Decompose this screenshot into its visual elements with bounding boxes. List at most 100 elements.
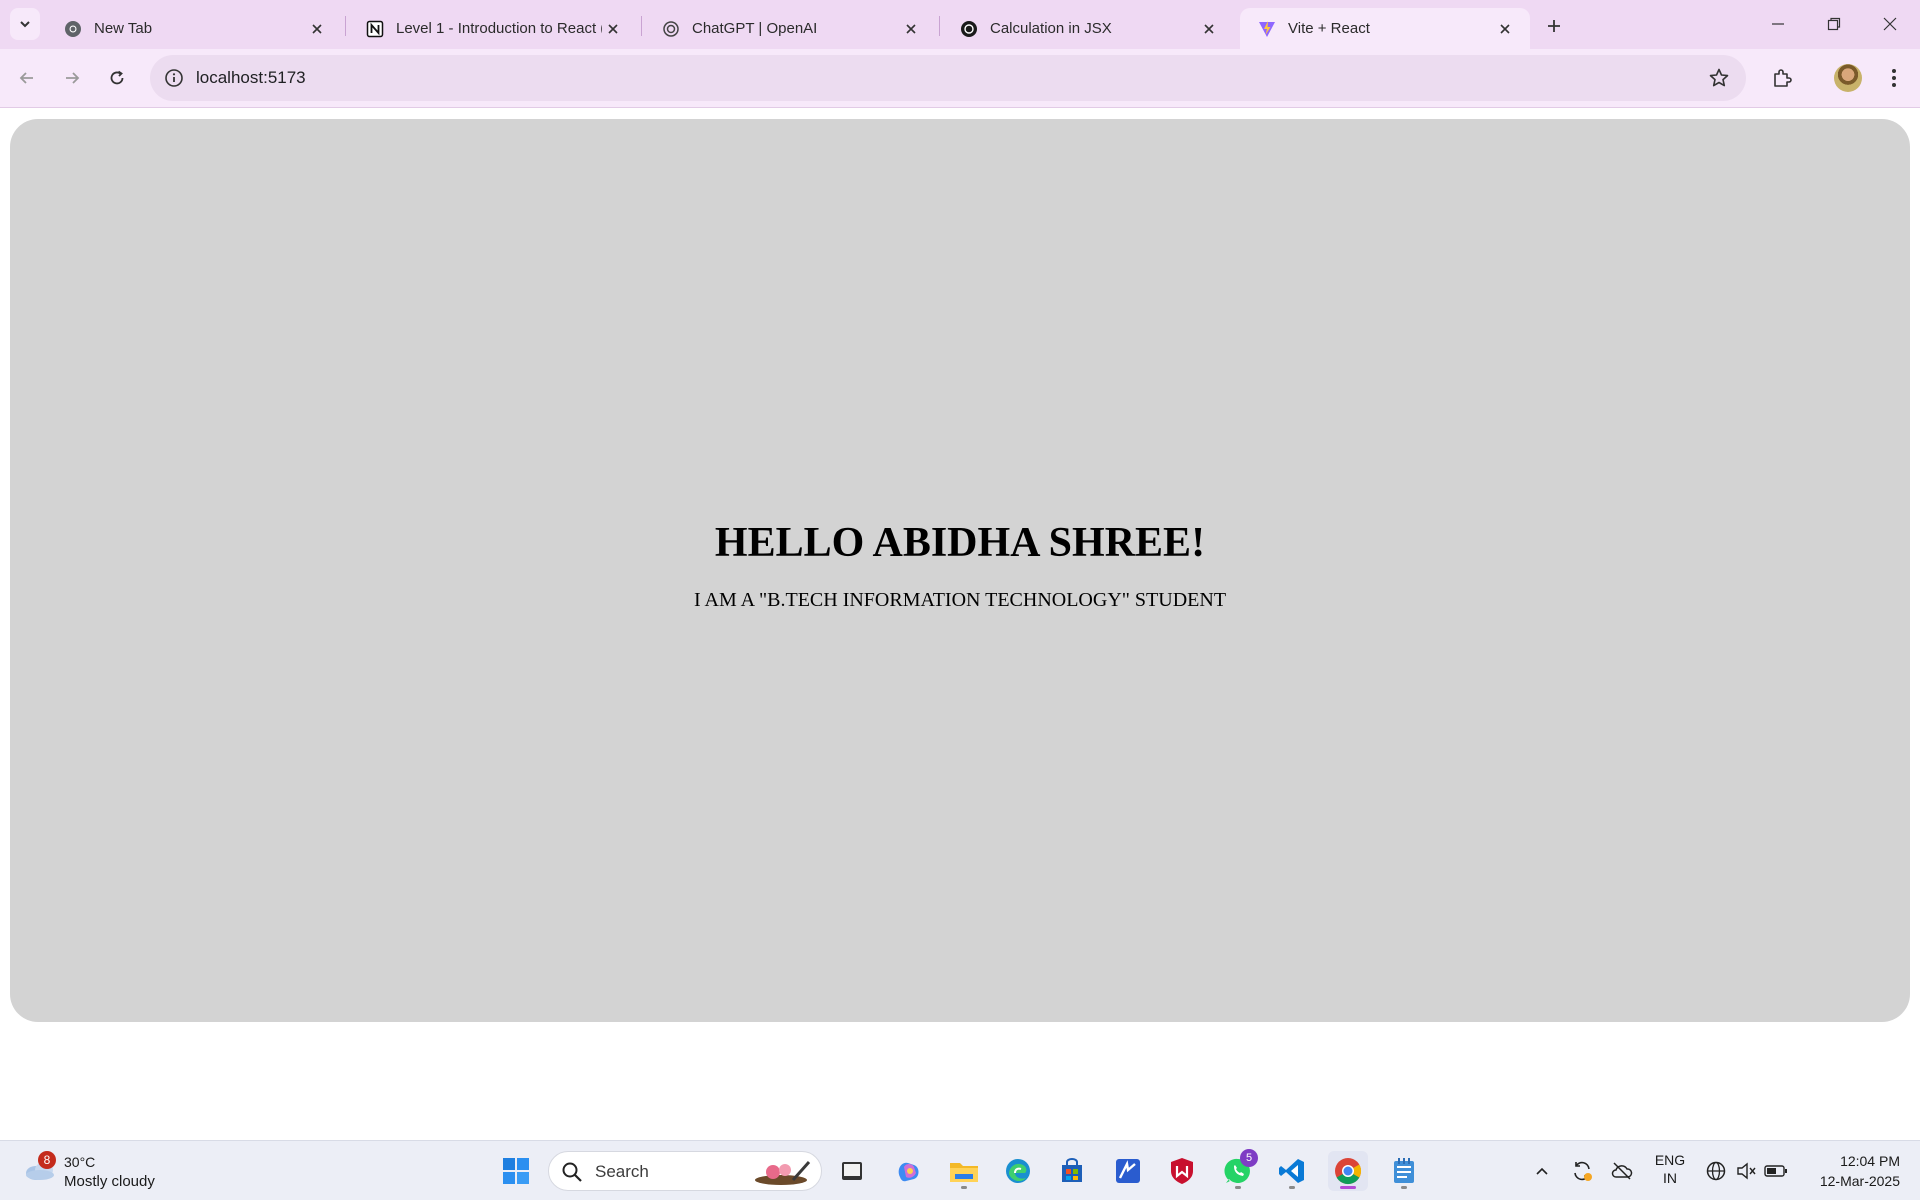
start-button[interactable] — [496, 1151, 536, 1191]
store-icon — [1062, 1158, 1082, 1182]
globe-icon — [1706, 1161, 1726, 1181]
taskbar-app-tablet[interactable] — [832, 1151, 872, 1191]
close-icon[interactable] — [602, 18, 624, 40]
unread-badge: 5 — [1240, 1149, 1258, 1167]
arrow-left-icon — [19, 72, 33, 84]
profile-avatar[interactable] — [1834, 64, 1862, 92]
tray-overflow-button[interactable] — [1528, 1157, 1556, 1185]
close-window-button[interactable] — [1870, 8, 1910, 40]
tab-strip: New Tab Level 1 - Introduction to React … — [0, 0, 1920, 49]
forward-button[interactable] — [55, 61, 89, 95]
plus-icon — [1548, 20, 1560, 32]
search-icon — [562, 1162, 582, 1182]
tab-calculation-jsx[interactable]: Calculation in JSX — [942, 8, 1234, 49]
sync-icon — [1574, 1161, 1592, 1181]
clock-date: 12-Mar-2025 — [1819, 1173, 1900, 1189]
reload-button[interactable] — [100, 61, 134, 95]
bookmark-star-icon[interactable] — [1708, 67, 1730, 89]
browser-menu-button[interactable] — [1878, 62, 1910, 94]
close-icon[interactable] — [900, 18, 922, 40]
windows-taskbar: 8 30°C Mostly cloudy Search 5 ENG IN 12:… — [0, 1140, 1920, 1200]
tab-react-intro[interactable]: Level 1 - Introduction to React ( — [348, 8, 638, 49]
puzzle-icon — [1774, 69, 1792, 87]
tab-chatgpt[interactable]: ChatGPT | OpenAI — [644, 8, 936, 49]
reload-icon — [110, 70, 124, 85]
restore-button[interactable] — [1814, 8, 1854, 40]
site-info-icon[interactable] — [164, 68, 184, 88]
page-subtext: I AM A "B.TECH INFORMATION TECHNOLOGY" S… — [693, 589, 1227, 611]
tray-sync[interactable] — [1568, 1157, 1596, 1185]
back-button[interactable] — [10, 61, 44, 95]
chrome-icon — [64, 20, 82, 38]
close-icon[interactable] — [306, 18, 328, 40]
notepad-icon — [1394, 1158, 1414, 1183]
tray-network[interactable] — [1702, 1157, 1730, 1185]
taskbar-app-notepad[interactable] — [1384, 1151, 1424, 1191]
tab-new-tab[interactable]: New Tab — [46, 8, 342, 49]
tablet-icon — [842, 1162, 862, 1180]
new-tab-button[interactable] — [1540, 12, 1568, 40]
taskbar-app-mcafee[interactable] — [1162, 1151, 1202, 1191]
language-indicator[interactable]: ENG IN — [1650, 1151, 1690, 1187]
tab-vite-react[interactable]: Vite + React — [1240, 8, 1530, 49]
restore-icon — [1827, 17, 1841, 31]
language-code: ENG — [1654, 1152, 1686, 1168]
taskbar-app-chrome[interactable] — [1328, 1151, 1368, 1191]
tab-title: New Tab — [94, 20, 153, 37]
taskbar-app-whatsapp[interactable]: 5 — [1218, 1149, 1258, 1191]
openai-icon — [960, 20, 978, 38]
volume-muted-icon — [1737, 1162, 1756, 1180]
running-indicator — [1235, 1186, 1241, 1189]
tab-title: Level 1 - Introduction to React ( — [396, 20, 602, 37]
tab-separator — [939, 16, 940, 36]
extensions-button[interactable] — [1766, 62, 1798, 94]
close-icon[interactable] — [1198, 18, 1220, 40]
windows-logo-icon — [503, 1158, 529, 1184]
kebab-menu-icon — [1892, 69, 1896, 87]
tab-title: ChatGPT | OpenAI — [692, 20, 818, 37]
taskbar-app-file-explorer[interactable] — [944, 1151, 984, 1191]
tab-title: Calculation in JSX — [990, 20, 1112, 37]
vscode-icon — [1279, 1159, 1304, 1183]
weather-widget[interactable]: 8 30°C Mostly cloudy — [22, 1149, 172, 1193]
mcafee-shield-icon — [1171, 1158, 1193, 1184]
chevron-down-icon — [20, 21, 30, 28]
minimize-icon — [1772, 23, 1784, 25]
taskbar-app-store[interactable] — [1052, 1151, 1092, 1191]
notion-icon — [366, 20, 384, 38]
browser-toolbar: localhost:5173 — [0, 49, 1920, 108]
tray-battery[interactable] — [1762, 1157, 1790, 1185]
tray-volume[interactable] — [1732, 1157, 1760, 1185]
chevron-up-icon — [1536, 1167, 1548, 1175]
minimize-button[interactable] — [1758, 8, 1798, 40]
taskbar-app-edge[interactable] — [998, 1151, 1038, 1191]
page-heading: HELLO ABIDHA SHREE! — [714, 520, 1206, 566]
chrome-icon — [1335, 1158, 1362, 1185]
notification-badge: 8 — [38, 1151, 56, 1169]
vite-icon — [1258, 20, 1276, 38]
url-text[interactable]: localhost:5173 — [196, 68, 306, 88]
openai-icon — [662, 20, 680, 38]
math-app-icon — [1116, 1159, 1140, 1183]
edge-icon — [1006, 1159, 1030, 1183]
region-code: IN — [1663, 1170, 1677, 1186]
tray-onedrive[interactable] — [1608, 1157, 1636, 1185]
tab-separator — [641, 16, 642, 36]
battery-icon — [1764, 1165, 1787, 1177]
taskbar-search[interactable]: Search — [548, 1151, 822, 1191]
clock[interactable]: 12:04 PM 12-Mar-2025 — [1800, 1151, 1900, 1191]
clock-time: 12:04 PM — [1840, 1153, 1900, 1169]
close-icon[interactable] — [1494, 18, 1516, 40]
weather-temperature: 30°C — [64, 1154, 96, 1170]
copilot-icon — [898, 1162, 919, 1182]
taskbar-app-copilot[interactable] — [888, 1151, 928, 1191]
arrow-right-icon — [66, 72, 80, 84]
cloud-offline-icon — [1611, 1162, 1633, 1180]
running-indicator — [1289, 1186, 1295, 1189]
taskbar-app-vscode[interactable] — [1272, 1151, 1312, 1191]
taskbar-app-math[interactable] — [1108, 1151, 1148, 1191]
close-icon — [1883, 17, 1897, 31]
address-bar[interactable]: localhost:5173 — [150, 55, 1746, 101]
weather-condition: Mostly cloudy — [64, 1173, 155, 1190]
tab-search-button[interactable] — [10, 8, 40, 40]
